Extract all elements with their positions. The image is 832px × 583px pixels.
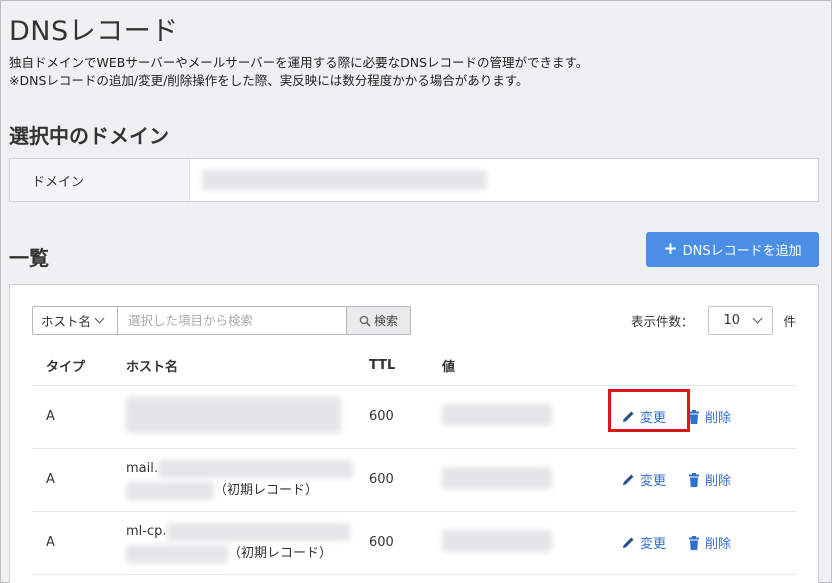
page-description: 独自ドメインでWEBサーバーやメールサーバーを運用する際に必要なDNSレコードの… xyxy=(9,54,588,90)
chevron-down-icon xyxy=(753,313,763,324)
search-filter-select[interactable]: ホスト名 xyxy=(32,306,117,335)
record-host: mail. （初期レコード） xyxy=(112,448,355,512)
delete-label: 削除 xyxy=(705,411,732,426)
description-line-2: ※DNSレコードの追加/変更/削除操作をした際、実反映には数分程度かかる場合があ… xyxy=(9,73,529,88)
delete-label: 削除 xyxy=(705,537,732,552)
record-value xyxy=(428,511,616,575)
edit-label: 変更 xyxy=(640,474,667,489)
column-header-type: タイプ xyxy=(32,347,112,386)
search-bar: ホスト名 検索 xyxy=(32,306,411,335)
edit-button[interactable]: 変更 xyxy=(622,533,666,552)
host-redacted xyxy=(126,396,341,433)
record-ttl: 600 xyxy=(355,448,428,512)
table-row: A ml-cp. （初期レコード） 600 変更 削除 xyxy=(32,511,796,575)
pencil-icon xyxy=(623,537,634,548)
record-host xyxy=(112,385,355,449)
display-count: 表示件数： 10 件 xyxy=(631,306,796,335)
record-ttl: 600 xyxy=(355,511,428,575)
plus-icon: + xyxy=(663,239,678,259)
record-type: A xyxy=(32,385,112,449)
delete-button[interactable]: 削除 xyxy=(688,533,731,552)
record-actions: 変更 削除 xyxy=(608,385,796,449)
add-dns-record-button[interactable]: + DNSレコードを追加 xyxy=(646,232,819,267)
table-row: A 600 変更 削除 xyxy=(32,385,796,449)
edit-highlight-box xyxy=(608,389,690,432)
host-redacted xyxy=(126,544,228,563)
column-header-actions xyxy=(616,347,796,386)
host-prefix: ml-cp. xyxy=(126,523,167,539)
edit-label: 変更 xyxy=(640,537,667,552)
edit-button[interactable]: 変更 xyxy=(622,470,666,489)
host-prefix: mail. xyxy=(126,460,158,476)
host-note: （初期レコード） xyxy=(228,545,333,561)
value-redacted xyxy=(442,529,552,552)
delete-button[interactable]: 削除 xyxy=(688,470,731,489)
domain-value xyxy=(190,159,818,201)
domain-label: ドメイン xyxy=(10,159,190,201)
selected-domain-box: ドメイン xyxy=(9,158,819,202)
edit-highlight-wrap: 変更 xyxy=(608,389,690,432)
trash-icon xyxy=(689,472,700,487)
dns-records-table: タイプ ホスト名 TTL 値 A 600 変更 削除 A mail. （初期レコ… xyxy=(32,347,796,575)
host-redacted xyxy=(126,481,214,500)
description-line-1: 独自ドメインでWEBサーバーやメールサーバーを運用する際に必要なDNSレコードの… xyxy=(9,55,589,70)
chevron-down-icon xyxy=(94,313,105,324)
search-button[interactable]: 検索 xyxy=(347,306,411,335)
column-header-value: 値 xyxy=(428,347,616,386)
selected-domain-title: 選択中のドメイン xyxy=(9,124,169,148)
domain-value-redacted xyxy=(202,170,487,190)
search-button-label: 検索 xyxy=(373,314,398,328)
host-redacted xyxy=(158,459,353,478)
add-dns-record-label: DNSレコードを追加 xyxy=(682,244,802,259)
record-value xyxy=(428,448,616,512)
record-ttl: 600 xyxy=(355,385,428,449)
column-header-ttl: TTL xyxy=(355,347,428,386)
value-redacted xyxy=(442,466,552,489)
record-type: A xyxy=(32,448,112,512)
search-icon xyxy=(359,315,371,327)
display-count-select[interactable]: 10 xyxy=(708,306,774,335)
page-title: DNSレコード xyxy=(9,16,179,47)
record-value xyxy=(428,385,616,449)
record-host: ml-cp. （初期レコード） xyxy=(112,511,355,575)
record-actions: 変更 削除 xyxy=(616,448,796,512)
record-actions: 変更 削除 xyxy=(616,511,796,575)
delete-label: 削除 xyxy=(705,474,732,489)
value-redacted xyxy=(442,403,552,426)
host-redacted xyxy=(166,522,350,541)
table-header-row: タイプ ホスト名 TTL 値 xyxy=(32,347,796,386)
list-title: 一覧 xyxy=(9,246,49,270)
column-header-host: ホスト名 xyxy=(112,347,355,386)
display-count-label: 表示件数： xyxy=(630,314,694,329)
delete-button[interactable]: 削除 xyxy=(688,407,731,426)
pencil-icon xyxy=(623,474,634,485)
search-input[interactable] xyxy=(117,306,347,335)
display-count-unit: 件 xyxy=(783,314,796,329)
record-type: A xyxy=(32,511,112,575)
trash-icon xyxy=(689,535,700,550)
display-count-value: 10 xyxy=(723,313,741,328)
table-row: A mail. （初期レコード） 600 変更 削除 xyxy=(32,448,796,512)
search-filter-value: ホスト名 xyxy=(41,314,92,329)
records-panel: ホスト名 検索 表示件数： 10 件 タイプ ホスト名 TTL 値 xyxy=(9,284,819,583)
host-note: （初期レコード） xyxy=(214,482,319,498)
